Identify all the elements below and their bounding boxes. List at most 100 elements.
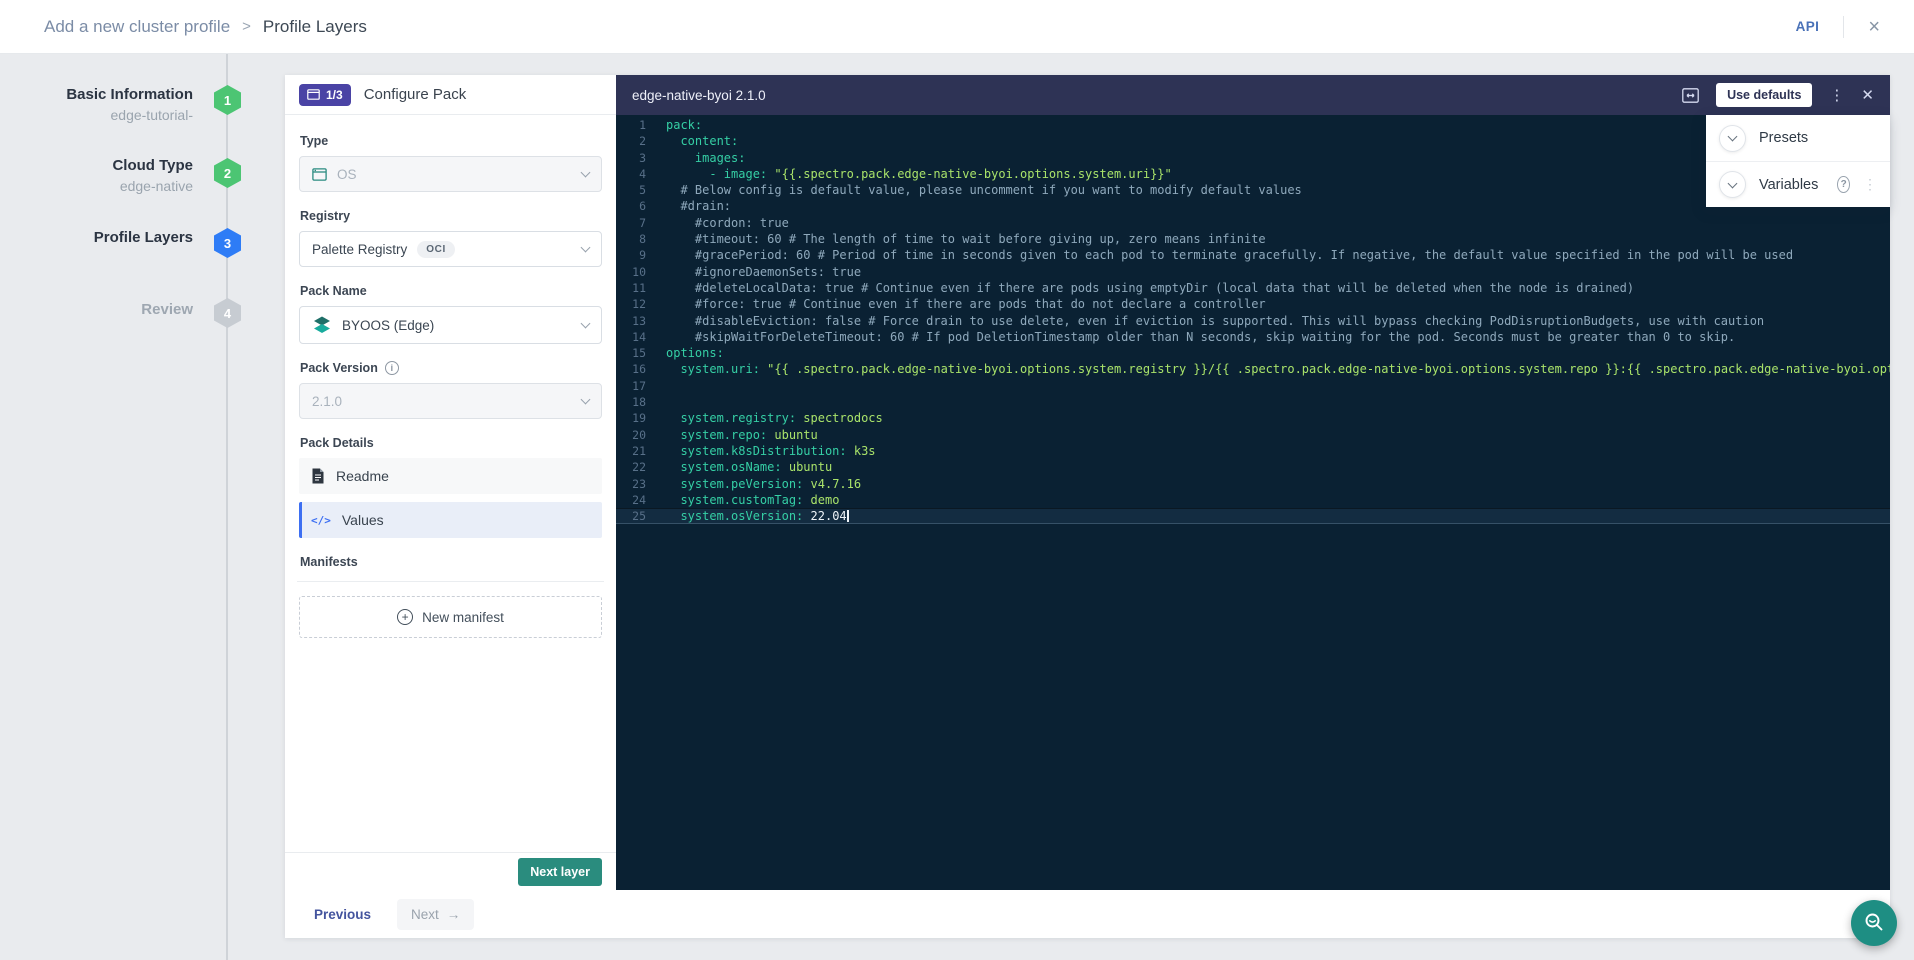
- line-number: 6: [616, 198, 646, 214]
- code-token: system.repo:: [680, 428, 767, 442]
- step-hexagon-1: 1: [214, 85, 241, 115]
- pack-name-select[interactable]: BYOOS (Edge): [299, 306, 602, 344]
- stepper-item-basic-information[interactable]: Basic Information edge-tutorial-: [0, 86, 193, 123]
- manifests-divider: [297, 581, 604, 582]
- stepper-item-profile-layers[interactable]: Profile Layers: [0, 229, 193, 247]
- line-content: #gracePeriod: 60 # Period of time in sec…: [666, 247, 1890, 263]
- registry-value: Palette Registry: [312, 242, 407, 257]
- new-manifest-button[interactable]: + New manifest: [299, 596, 602, 638]
- code-token: [666, 493, 680, 507]
- variables-chevron-button[interactable]: [1719, 171, 1746, 198]
- previous-button[interactable]: Previous: [314, 907, 371, 922]
- line-number: 5: [616, 182, 646, 198]
- line-number: 18: [616, 394, 646, 410]
- code-token: [666, 362, 680, 376]
- editor-side-panel: Presets Variables ? ⋮: [1706, 115, 1890, 207]
- code-line-8: 8 #timeout: 60 # The length of time to w…: [616, 231, 1890, 247]
- variables-kebab-menu-icon[interactable]: ⋮: [1863, 176, 1877, 193]
- breadcrumb-parent-link[interactable]: Add a new cluster profile: [44, 17, 230, 37]
- code-line-25: 25 system.osVersion: 22.04: [616, 508, 1890, 524]
- values-tab-label: Values: [342, 512, 384, 528]
- pack-name-label: Pack Name: [300, 284, 601, 298]
- code-token: #drain:: [680, 199, 731, 213]
- code-editor-content[interactable]: 1pack:2 content:3 images:4 - image: "{{.…: [616, 115, 1890, 890]
- step-title: Basic Information: [0, 86, 193, 104]
- code-line-4: 4 - image: "{{.spectro.pack.edge-native-…: [616, 166, 1890, 182]
- values-tab[interactable]: </> Values: [299, 502, 602, 538]
- pack-version-select[interactable]: 2.1.0: [299, 383, 602, 419]
- stepper-item-review[interactable]: Review: [0, 301, 193, 319]
- presets-chevron-button[interactable]: [1719, 125, 1746, 152]
- type-select[interactable]: OS: [299, 156, 602, 192]
- configure-pack-form: Type OS Registry Palette Registry OCI Pa…: [285, 115, 616, 852]
- close-wizard-icon[interactable]: ×: [1868, 17, 1880, 37]
- chevron-down-icon: [581, 167, 591, 177]
- line-number: 12: [616, 296, 646, 312]
- pack-version-label-text: Pack Version: [300, 361, 378, 375]
- code-token: k3s: [854, 444, 876, 458]
- presets-section-toggle[interactable]: Presets: [1706, 115, 1890, 161]
- code-line-10: 10 #ignoreDaemonSets: true: [616, 264, 1890, 280]
- code-token: [666, 314, 695, 328]
- code-token: [803, 493, 810, 507]
- help-icon[interactable]: ?: [1837, 176, 1850, 193]
- code-line-17: 17: [616, 378, 1890, 394]
- line-number: 21: [616, 443, 646, 459]
- code-token: #ignoreDaemonSets: true: [695, 265, 861, 279]
- code-token: images:: [695, 151, 746, 165]
- code-token: #gracePeriod: 60 # Period of time in sec…: [695, 248, 1793, 262]
- breadcrumb-current: Profile Layers: [263, 17, 367, 37]
- line-number: 20: [616, 427, 646, 443]
- code-token: [666, 232, 695, 246]
- os-type-icon: [312, 168, 327, 181]
- line-content: #cordon: true: [666, 215, 1890, 231]
- code-token: [666, 167, 709, 181]
- split-view-icon[interactable]: [1682, 88, 1699, 103]
- wizard-footer: Previous Next →: [285, 890, 1890, 938]
- type-value: OS: [337, 167, 572, 182]
- variables-label: Variables: [1759, 177, 1818, 193]
- stepper-item-cloud-type[interactable]: Cloud Typeedge-native: [0, 157, 193, 194]
- code-token: [803, 509, 810, 523]
- code-token: ubuntu: [789, 460, 832, 474]
- line-number: 13: [616, 313, 646, 329]
- variables-section-toggle[interactable]: Variables ? ⋮: [1706, 161, 1890, 207]
- document-icon: [311, 468, 325, 484]
- readme-tab-label: Readme: [336, 468, 389, 484]
- step-hexagon-3: 3: [214, 228, 241, 258]
- use-defaults-button[interactable]: Use defaults: [1716, 83, 1812, 107]
- next-button[interactable]: Next →: [397, 899, 474, 930]
- line-number: 16: [616, 361, 646, 377]
- line-number: 24: [616, 492, 646, 508]
- line-number: 8: [616, 231, 646, 247]
- code-token: #force: true # Continue even if there ar…: [695, 297, 1266, 311]
- line-number: 15: [616, 345, 646, 361]
- line-number: 11: [616, 280, 646, 296]
- code-token: [666, 509, 680, 523]
- header-divider: [1843, 16, 1844, 38]
- line-content: [666, 378, 1890, 394]
- api-link[interactable]: API: [1796, 19, 1820, 34]
- code-token: - image:: [709, 167, 767, 181]
- code-token: spectrodocs: [803, 411, 882, 425]
- readme-tab[interactable]: Readme: [299, 458, 602, 494]
- editor-close-icon[interactable]: ✕: [1861, 88, 1874, 103]
- code-token: [666, 199, 680, 213]
- pack-layers-icon: [312, 315, 332, 335]
- window-icon: [307, 89, 320, 100]
- line-content: #deleteLocalData: true # Continue even i…: [666, 280, 1890, 296]
- next-layer-button[interactable]: Next layer: [518, 858, 602, 886]
- info-icon[interactable]: i: [385, 361, 399, 375]
- editor-kebab-menu-icon[interactable]: ⋮: [1829, 88, 1844, 103]
- code-token: system.uri:: [680, 362, 759, 376]
- line-number: 9: [616, 247, 646, 263]
- step-subtitle: edge-tutorial-: [0, 107, 193, 123]
- pack-version-label: Pack Version i: [300, 361, 601, 375]
- code-token: #skipWaitForDeleteTimeout: 60 # If pod D…: [695, 330, 1735, 344]
- layer-count-badge: 1/3: [299, 84, 351, 106]
- code-token: [666, 265, 695, 279]
- help-search-button[interactable]: [1851, 900, 1897, 946]
- registry-select[interactable]: Palette Registry OCI: [299, 231, 602, 267]
- code-line-22: 22 system.osName: ubuntu: [616, 459, 1890, 475]
- code-line-13: 13 #disableEviction: false # Force drain…: [616, 313, 1890, 329]
